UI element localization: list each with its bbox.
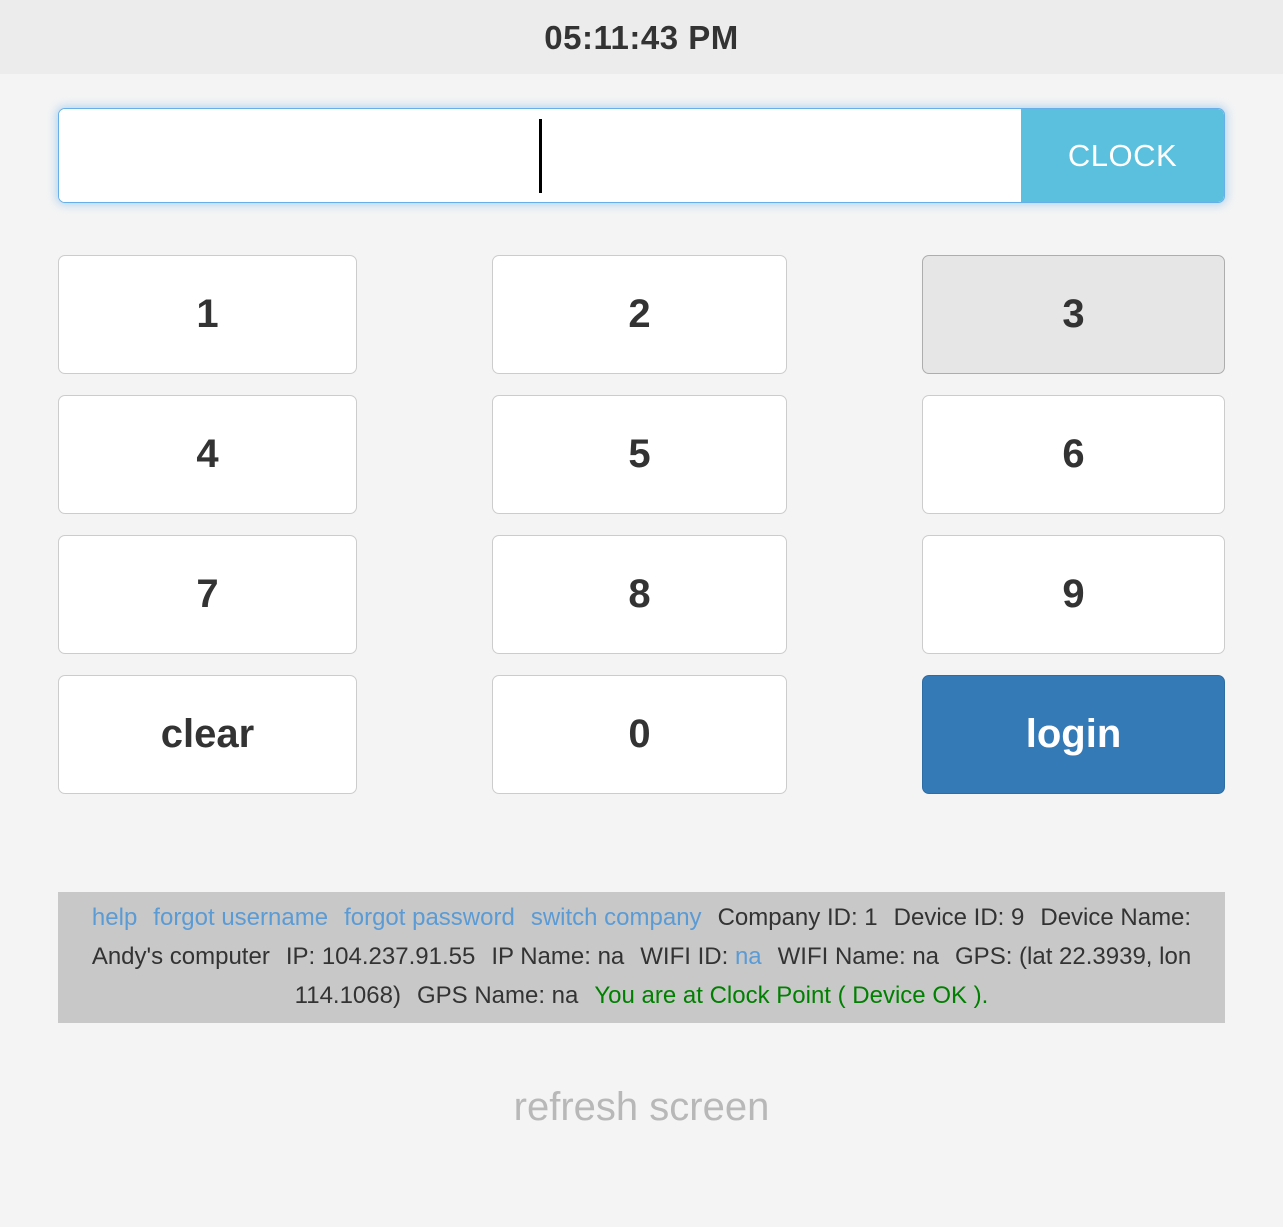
pin-entry-row: CLOCK <box>58 108 1225 203</box>
current-time-display: 05:11:43 PM <box>544 18 739 56</box>
help-link[interactable]: help <box>92 904 137 931</box>
key-6[interactable]: 6 <box>922 395 1225 514</box>
wifi-id-value-link[interactable]: na <box>735 943 762 970</box>
key-0[interactable]: 0 <box>492 675 787 794</box>
key-1[interactable]: 1 <box>58 255 357 374</box>
refresh-screen-link[interactable]: refresh screen <box>514 1085 770 1129</box>
key-8[interactable]: 8 <box>492 535 787 654</box>
pin-input[interactable] <box>59 109 1021 202</box>
ip-name-text: IP Name: na <box>491 943 625 970</box>
footer: refresh screen <box>0 1085 1283 1130</box>
company-id-text: Company ID: 1 <box>717 904 878 931</box>
text-caret-icon <box>538 118 542 193</box>
device-id-text: Device ID: 9 <box>893 904 1025 931</box>
key-4[interactable]: 4 <box>58 395 357 514</box>
key-5[interactable]: 5 <box>492 395 787 514</box>
device-status-text: You are at Clock Point ( Device OK ). <box>594 982 989 1009</box>
gps-name-text: GPS Name: na <box>416 982 579 1009</box>
key-clear[interactable]: clear <box>58 675 357 794</box>
key-2[interactable]: 2 <box>492 255 787 374</box>
forgot-password-link[interactable]: forgot password <box>344 904 515 931</box>
wifi-id-label: WIFI ID: <box>640 943 729 970</box>
forgot-username-link[interactable]: forgot username <box>153 904 328 931</box>
numeric-keypad: 1 2 3 4 5 6 7 8 9 clear 0 login <box>58 255 1225 794</box>
device-info-panel: help forgot username forgot password switch… <box>58 892 1225 1023</box>
wifi-name-text: WIFI Name: na <box>777 943 940 970</box>
key-9[interactable]: 9 <box>922 535 1225 654</box>
login-button[interactable]: login <box>922 675 1225 794</box>
clock-button[interactable]: CLOCK <box>1021 109 1224 202</box>
switch-company-link[interactable]: switch company <box>531 904 702 931</box>
key-3[interactable]: 3 <box>922 255 1225 374</box>
key-7[interactable]: 7 <box>58 535 357 654</box>
ip-text: IP: 104.237.91.55 <box>285 943 476 970</box>
header-bar: 05:11:43 PM <box>0 0 1283 74</box>
